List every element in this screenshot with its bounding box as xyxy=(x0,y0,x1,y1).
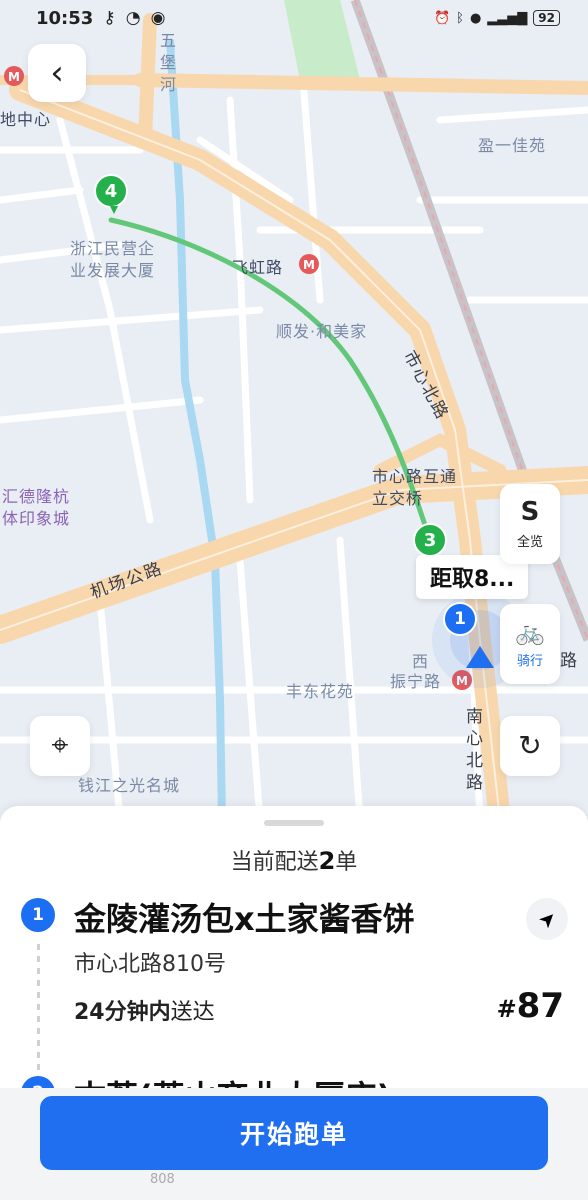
ride-mode-button[interactable]: 🚲 骑行 xyxy=(500,604,560,684)
order-connector xyxy=(37,944,40,1074)
bicycle-icon: 🚲 xyxy=(515,617,545,646)
battery-icon: 92 xyxy=(533,10,560,26)
locate-button[interactable]: ⌖ xyxy=(30,716,90,776)
refresh-icon: ↻ xyxy=(518,729,542,762)
order-eta-bold: 24分钟内 xyxy=(74,1000,171,1025)
road-label-lu: 路 xyxy=(560,651,579,671)
order-index-1: 1 xyxy=(21,898,55,932)
order-address: 市心北路810号 xyxy=(74,952,226,977)
crosshair-icon: ⌖ xyxy=(51,728,69,763)
map-label-zhenning: 振宁路 xyxy=(390,672,442,691)
signal-icon: ▂▃▅▇ xyxy=(487,10,528,26)
sheet-title-suffix: 单 xyxy=(335,850,358,875)
sheet-title-prefix: 当前配送 xyxy=(230,850,319,875)
bluetooth-icon: ᛒ xyxy=(456,10,464,26)
overview-icon: S xyxy=(520,496,540,527)
route-pin-1[interactable]: 1 xyxy=(443,602,477,636)
map-label-huide: 汇德隆杭体印象城 xyxy=(2,487,71,528)
start-run-button[interactable]: 开始跑单 xyxy=(40,1096,548,1170)
route-pin-4[interactable]: 4 xyxy=(94,174,128,214)
sheet-title-count: 2 xyxy=(318,847,336,875)
route-pin-3[interactable]: 3 xyxy=(413,523,447,563)
road-label-south: 南心北路 xyxy=(466,707,485,793)
speed-icon: ◔ xyxy=(125,8,141,28)
map-label-shunfa: 顺发·和美家 xyxy=(276,322,368,341)
order-eta: 24分钟内送达 xyxy=(74,994,215,1026)
bottom-ghost-text: 808 xyxy=(150,1172,175,1187)
alarm-icon: ⏰ xyxy=(433,10,451,26)
overview-button[interactable]: S 全览 xyxy=(500,484,560,564)
order-shop-name[interactable]: 金陵灌汤包x土家酱香饼 xyxy=(74,894,415,940)
map-label-fengdong: 丰东花苑 xyxy=(286,682,355,701)
key-icon: ⚷ xyxy=(103,8,116,28)
order-number: #87 xyxy=(497,986,564,1026)
overview-label: 全览 xyxy=(516,534,543,550)
map-label-interchange: 市心路互通立交桥 xyxy=(372,467,458,508)
sheet-title: 当前配送2单 xyxy=(0,844,588,876)
ride-label: 骑行 xyxy=(516,653,543,669)
map-view[interactable]: M M M 10:53 ⚷ ◔ ◉ ⏰ ᛒ ● ▂▃▅▇ 92 ‹ 五堡河 地中… xyxy=(0,0,588,820)
eye-icon: ◉ xyxy=(150,8,166,28)
sheet-handle[interactable] xyxy=(264,820,324,826)
map-label-yingyi: 盈一佳苑 xyxy=(478,136,547,155)
refresh-button[interactable]: ↻ xyxy=(500,716,560,776)
map-label-feihong: 飞虹路 xyxy=(232,258,284,277)
svg-text:M: M xyxy=(303,258,315,272)
back-button[interactable]: ‹ xyxy=(28,44,86,102)
navigation-arrow-icon: ➤ xyxy=(532,904,562,934)
map-label-district: 地中心 xyxy=(0,110,52,129)
order-number-value: 87 xyxy=(516,986,564,1026)
location-icon: ● xyxy=(469,10,482,26)
order-hash: # xyxy=(496,995,517,1023)
map-label-building: 浙江民营企业发展大厦 xyxy=(70,239,156,280)
map-label-qianjiang: 钱江之光名城 xyxy=(78,776,181,795)
map-label-river: 五堡河 xyxy=(160,31,178,94)
status-bar: 10:53 ⚷ ◔ ◉ ⏰ ᛒ ● ▂▃▅▇ 92 xyxy=(0,0,588,36)
navigate-button[interactable]: ➤ xyxy=(526,898,568,940)
order-eta-rest: 送达 xyxy=(170,1000,215,1025)
svg-text:M: M xyxy=(8,70,20,84)
chevron-left-icon: ‹ xyxy=(50,53,64,93)
status-time: 10:53 xyxy=(36,7,94,29)
